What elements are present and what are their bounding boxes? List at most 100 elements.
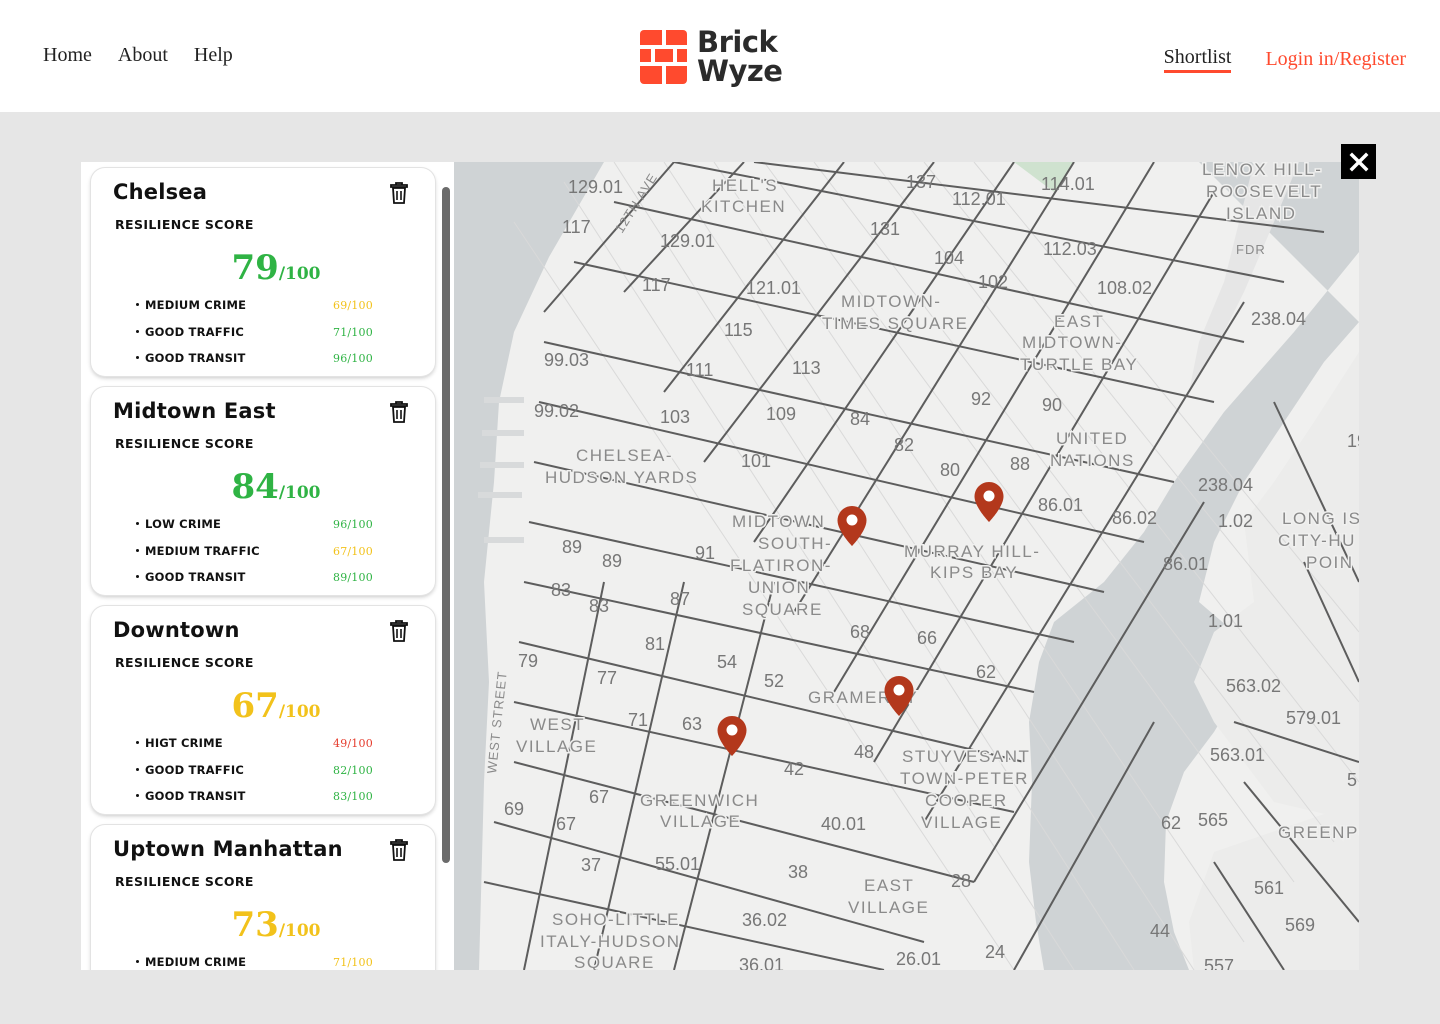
svg-text:40.01: 40.01 [821, 814, 866, 834]
svg-text:83: 83 [551, 580, 571, 600]
svg-text:GREENWICH: GREENWICH [640, 791, 759, 810]
map-pin-icon[interactable] [973, 481, 1005, 523]
svg-text:565: 565 [1198, 810, 1228, 830]
metric-label: GOOD TRANSIT [145, 789, 246, 803]
bullet-icon [136, 356, 139, 359]
svg-text:108.02: 108.02 [1097, 278, 1152, 298]
map-pin-icon[interactable] [716, 715, 748, 757]
logo-line-2: Wyze [697, 54, 783, 88]
nav-help-link[interactable]: Help [194, 44, 233, 67]
trash-icon[interactable] [389, 839, 409, 861]
metric-label: GOOD TRAFFIC [145, 763, 244, 777]
svg-text:LONG IS: LONG IS [1282, 509, 1359, 528]
svg-text:561: 561 [1254, 878, 1284, 898]
svg-text:89: 89 [562, 537, 582, 557]
svg-text:129.01: 129.01 [660, 231, 715, 251]
svg-text:NATIONS: NATIONS [1050, 451, 1135, 470]
metric-label: GOOD TRANSIT [145, 351, 246, 365]
shortlist-link[interactable]: Shortlist [1163, 46, 1232, 73]
svg-text:86.01: 86.01 [1163, 554, 1208, 574]
card-title: Chelsea [113, 180, 208, 204]
svg-text:HELL'S: HELL'S [712, 176, 778, 195]
svg-text:LENOX HILL-: LENOX HILL- [1202, 162, 1322, 179]
neighborhood-card[interactable]: Midtown East RESILIENCE SCORE 84/100 LOW… [91, 387, 435, 595]
svg-text:579.01: 579.01 [1286, 708, 1341, 728]
score-denominator: /100 [278, 483, 321, 503]
svg-text:TURTLE BAY: TURTLE BAY [1020, 355, 1138, 374]
svg-text:114.01: 114.01 [1041, 174, 1095, 194]
svg-text:99.03: 99.03 [544, 350, 589, 370]
metric-value: 96/100 [333, 352, 373, 365]
svg-text:71: 71 [628, 710, 648, 730]
svg-text:92: 92 [971, 389, 991, 409]
metric-item: HIGT CRIME 49/100 [136, 736, 375, 750]
nav-about-link[interactable]: About [118, 44, 168, 67]
svg-text:115: 115 [724, 320, 753, 340]
brickwyze-logo[interactable]: Brick Wyze [640, 28, 783, 88]
neighborhood-card[interactable]: Chelsea RESILIENCE SCORE 79/100 MEDIUM C… [91, 168, 435, 376]
svg-text:26.01: 26.01 [896, 949, 941, 969]
panel-scrollbar-thumb[interactable] [442, 187, 450, 863]
svg-text:TOWN-PETER: TOWN-PETER [900, 769, 1029, 788]
bullet-icon [136, 330, 139, 333]
svg-text:28: 28 [951, 871, 971, 891]
svg-text:HUDSON YARDS: HUDSON YARDS [545, 468, 698, 487]
svg-text:38: 38 [788, 862, 808, 882]
svg-text:UNION: UNION [748, 578, 810, 597]
svg-text:63: 63 [682, 714, 702, 734]
svg-text:69: 69 [504, 799, 524, 819]
svg-text:62: 62 [1161, 813, 1181, 833]
neighborhood-card[interactable]: Uptown Manhattan RESILIENCE SCORE 73/100… [91, 825, 435, 970]
svg-text:TIMES SQUARE: TIMES SQUARE [822, 314, 968, 333]
svg-text:104: 104 [934, 248, 964, 268]
svg-text:90: 90 [1042, 395, 1062, 415]
neighborhood-card[interactable]: Downtown RESILIENCE SCORE 67/100 HIGT CR… [91, 606, 435, 814]
metric-value: 82/100 [333, 764, 373, 777]
svg-text:KITCHEN: KITCHEN [701, 197, 786, 216]
metric-item: LOW CRIME 96/100 [136, 517, 375, 531]
svg-text:87: 87 [670, 589, 690, 609]
svg-text:137: 137 [906, 172, 936, 192]
nav-home-link[interactable]: Home [43, 44, 92, 67]
brick-logo-icon [640, 30, 687, 84]
svg-text:MURRAY HILL-: MURRAY HILL- [904, 542, 1040, 561]
svg-text:563.01: 563.01 [1210, 745, 1265, 765]
metric-value: 71/100 [333, 326, 373, 339]
svg-text:238.04: 238.04 [1198, 475, 1253, 495]
bullet-icon [136, 960, 139, 963]
top-header: Home About Help Brick Wyze Shortlist Log… [0, 0, 1440, 112]
svg-text:CITY-HU: CITY-HU [1278, 531, 1356, 550]
metric-value: 71/100 [333, 956, 373, 969]
metric-item: GOOD TRAFFIC 71/100 [136, 325, 375, 339]
resilience-score: 67/100 [91, 686, 454, 726]
trash-icon[interactable] [389, 182, 409, 204]
svg-text:99.02: 99.02 [534, 401, 579, 421]
metric-value: 96/100 [333, 518, 373, 531]
card-title: Downtown [113, 618, 240, 642]
bullet-icon [136, 549, 139, 552]
close-button[interactable] [1341, 144, 1376, 179]
trash-icon[interactable] [389, 620, 409, 642]
metric-value: 83/100 [333, 790, 373, 803]
login-register-link[interactable]: Login in/Register [1265, 48, 1406, 71]
svg-text:ITALY-HUDSON: ITALY-HUDSON [540, 932, 681, 951]
close-icon [1349, 152, 1368, 171]
metric-item: GOOD TRANSIT 83/100 [136, 789, 375, 803]
svg-text:89: 89 [602, 551, 622, 571]
metric-value: 49/100 [333, 737, 373, 750]
svg-text:86.01: 86.01 [1038, 495, 1083, 515]
svg-text:24: 24 [985, 942, 1005, 962]
trash-icon[interactable] [389, 401, 409, 423]
svg-text:101: 101 [741, 451, 771, 471]
svg-text:112.01: 112.01 [952, 189, 1006, 209]
svg-text:FLATIRON-: FLATIRON- [730, 556, 832, 575]
svg-text:67: 67 [589, 787, 609, 807]
bullet-icon [136, 575, 139, 578]
map-pin-icon[interactable] [836, 505, 868, 547]
svg-text:77: 77 [597, 668, 617, 688]
svg-text:83: 83 [589, 596, 609, 616]
map-pin-icon[interactable] [883, 675, 915, 717]
svg-text:FDR: FDR [1236, 242, 1266, 257]
score-value: 79 [231, 248, 279, 288]
neighborhood-map[interactable]: 129.01 117 129.01 137 114.01 112.01 131 112.0… [454, 162, 1359, 970]
